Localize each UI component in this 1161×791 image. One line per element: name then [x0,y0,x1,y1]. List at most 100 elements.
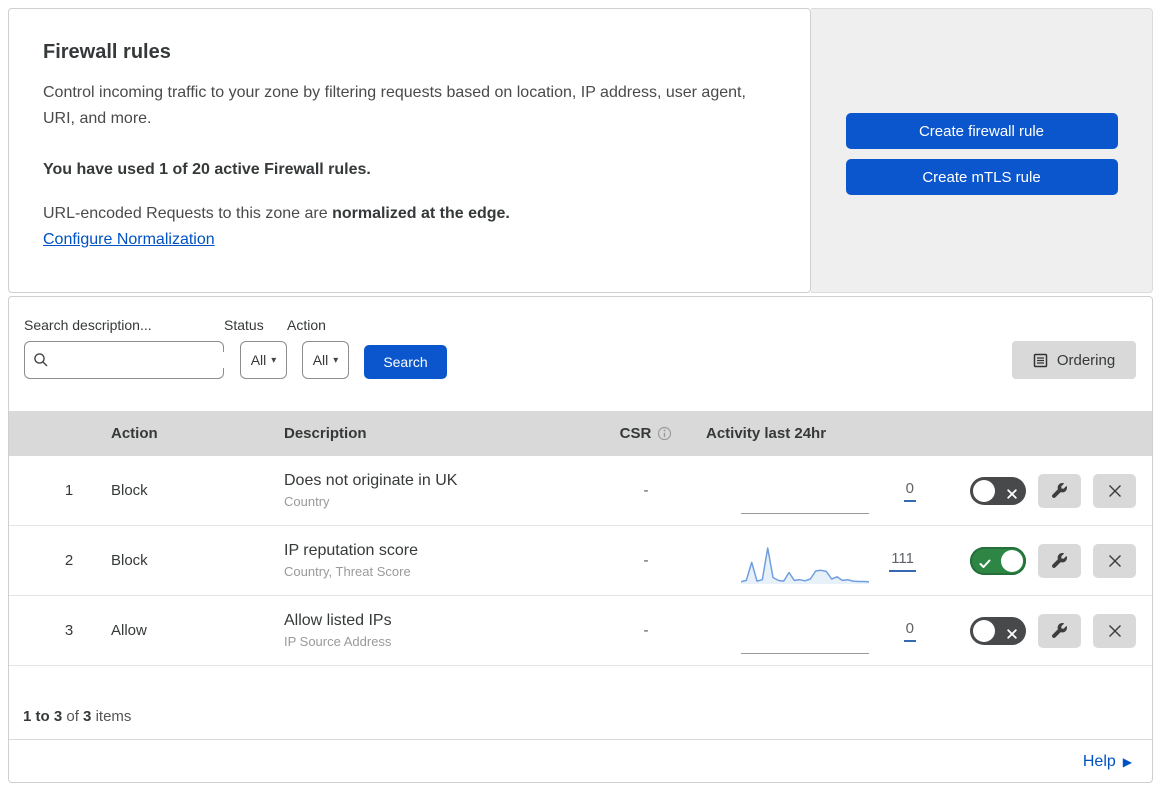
rule-enabled-toggle[interactable] [970,476,1026,505]
activity-count-link[interactable]: 0 [903,620,916,642]
rule-activity-cell: 0 [691,469,931,514]
rule-priority: 3 [64,622,74,639]
search-group: Search description... [24,317,236,379]
pagination-items: items [95,708,132,725]
arrow-right-icon: ▶ [1122,755,1132,769]
search-button[interactable]: Search [364,345,447,379]
page-title: Firewall rules [43,41,171,63]
firewall-rules-table: Action Description CSR Activity last 24h… [9,411,1152,666]
x-icon [1007,486,1017,504]
rule-description: Allow listed IPs [284,612,392,629]
pagination-summary: 1 to 3 of 3 items [9,666,1152,739]
table-row: 3 Allow Allow listed IPs IP Source Addre… [9,596,1152,666]
firewall-rules-intro-card: Firewall rules Control incoming traffic … [8,8,811,293]
search-input[interactable] [55,352,236,368]
ordering-button-label: Ordering [1056,351,1116,369]
info-icon[interactable] [657,426,672,441]
rule-activity-cell: 0 [691,609,931,654]
table-row: 1 Block Does not originate in UK Country… [9,456,1152,526]
rule-description-cell: IP reputation score Country, Threat Scor… [284,542,601,579]
activity-sparkline [741,474,869,518]
configure-normalization-link[interactable]: Configure Normalization [43,231,215,249]
firewall-rules-list-card: Search description... Status All ▾ Actio… [8,296,1153,783]
toggle-knob [1001,549,1023,572]
rule-enabled-toggle[interactable] [970,616,1026,645]
rule-fields: Country, Threat Score [284,564,411,579]
close-icon [1107,483,1123,499]
status-filter-label: Status [224,317,264,333]
rule-action: Allow [111,622,147,639]
rule-action: Block [111,482,148,499]
wrench-icon [1052,483,1067,498]
edit-rule-button[interactable] [1038,473,1081,508]
status-filter-dropdown[interactable]: All ▾ [240,341,287,379]
action-filter-dropdown[interactable]: All ▾ [302,341,349,379]
rule-csr: - [643,552,649,569]
rule-controls [931,613,1152,648]
action-filter-label: Action [287,317,326,333]
activity-column-header: Activity last 24hr [706,425,827,442]
rule-priority: 2 [64,552,74,569]
normalization-bold: normalized at the edge. [332,204,510,222]
close-icon [1107,623,1123,639]
action-filter-group: Action All ▾ [287,317,349,379]
edit-rule-button[interactable] [1038,613,1081,648]
rule-controls [931,543,1152,578]
table-header-row: Action Description CSR Activity last 24h… [9,411,1152,456]
action-column-header: Action [111,425,158,442]
chevron-down-icon: ▾ [271,354,277,366]
help-link-label: Help [1082,753,1116,770]
delete-rule-button[interactable] [1093,473,1136,508]
csr-header-label: CSR [619,425,652,442]
activity-count-link[interactable]: 0 [903,480,916,502]
list-page-icon [1033,353,1048,368]
delete-rule-button[interactable] [1093,543,1136,578]
close-icon [1107,553,1123,569]
chevron-down-icon: ▾ [333,354,339,366]
wrench-icon [1052,623,1067,638]
help-link[interactable]: Help ▶ [1083,753,1132,771]
rules-usage-text: You have used 1 of 20 active Firewall ru… [43,160,371,178]
pagination-range: 1 to 3 [23,708,63,725]
rule-description: IP reputation score [284,542,419,559]
filter-bar: Search description... Status All ▾ Actio… [9,297,1152,411]
delete-rule-button[interactable] [1093,613,1136,648]
rule-fields: Country [284,494,330,509]
create-mtls-rule-button[interactable]: Create mTLS rule [845,159,1118,195]
activity-count-link[interactable]: 111 [889,550,916,572]
toggle-knob [973,619,995,642]
search-box[interactable] [24,341,236,379]
create-actions-panel: Create firewall rule Create mTLS rule [811,8,1153,293]
page-description: Control incoming traffic to your zone by… [43,84,746,128]
status-filter-value: All [250,352,267,368]
pagination-of: of [66,708,79,725]
normalization-prefix: URL-encoded Requests to this zone are [43,204,333,222]
table-row: 2 Block IP reputation score Country, Thr… [9,526,1152,596]
create-firewall-rule-button[interactable]: Create firewall rule [845,113,1118,149]
search-icon [33,352,49,368]
search-label: Search description... [24,317,152,333]
rule-description: Does not originate in UK [284,472,458,489]
pagination-total: 3 [83,708,92,725]
description-column-header: Description [284,425,367,442]
csr-column-header: CSR [601,425,691,442]
rule-controls [931,473,1152,508]
rule-priority: 1 [64,482,74,499]
rule-action: Block [111,552,148,569]
rule-activity-cell: 111 [691,539,931,584]
rule-description-cell: Allow listed IPs IP Source Address [284,612,601,649]
ordering-button[interactable]: Ordering [1012,341,1136,379]
activity-sparkline [740,544,870,588]
header-section: Firewall rules Control incoming traffic … [8,8,1153,293]
rule-description-cell: Does not originate in UK Country [284,472,601,509]
rule-fields: IP Source Address [284,634,392,649]
rule-csr: - [643,622,649,639]
normalization-text: URL-encoded Requests to this zone are no… [43,205,776,223]
rule-csr: - [643,482,649,499]
x-icon [1007,626,1017,644]
toggle-knob [973,479,995,502]
rule-enabled-toggle[interactable] [970,546,1026,575]
edit-rule-button[interactable] [1038,543,1081,578]
wrench-icon [1052,553,1067,568]
activity-sparkline [741,614,869,658]
